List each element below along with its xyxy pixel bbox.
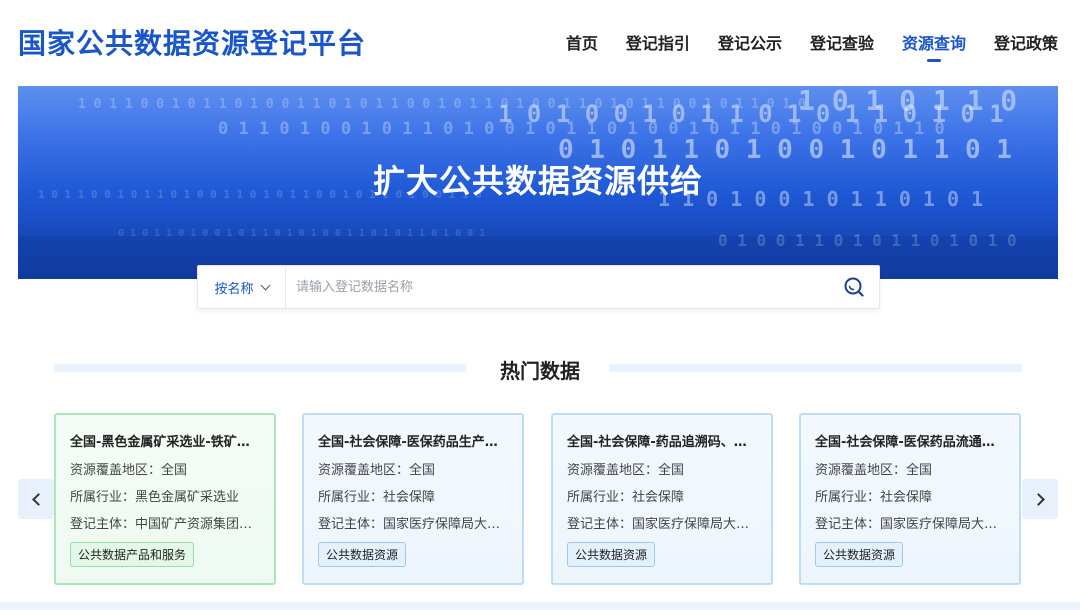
card-title: 全国-社会保障-医保药品流通环... [815, 435, 1005, 450]
card-subject: 登记主体：国家医疗保障局大数... [318, 517, 508, 532]
data-card[interactable]: 全国-社会保障-医保药品流通环... 资源覆盖地区：全国 所属行业：社会保障 登… [799, 413, 1021, 585]
card-title: 全国-社会保障-药品追溯码、医... [567, 435, 757, 450]
hero-banner: 1 0 1 1 0 0 1 0 1 1 0 1 0 0 1 1 0 1 0 1 … [18, 86, 1058, 279]
card-title: 全国-社会保障-医保药品生产环... [318, 435, 508, 450]
card-region: 资源覆盖地区：全国 [815, 463, 933, 478]
carousel-next-button[interactable] [1022, 479, 1058, 519]
top-header: 国家公共数据资源登记平台 首页 登记指引 登记公示 登记查验 资源查询 登记政策 [0, 0, 1080, 86]
hot-data-title: 热门数据 [500, 359, 580, 383]
card-industry: 所属行业：社会保障 [567, 490, 685, 505]
chevron-left-icon [31, 492, 45, 506]
card-region: 资源覆盖地区：全国 [70, 463, 188, 478]
svg-text:1 0 1 0 1 1 0: 1 0 1 0 1 1 0 [798, 86, 1017, 117]
card-industry: 所属行业：社会保障 [815, 490, 933, 505]
nav-item-registration-notice[interactable]: 登记公示 [718, 30, 782, 54]
search-icon[interactable] [843, 276, 865, 298]
card-subject: 登记主体：中国矿产资源集团大... [70, 517, 260, 532]
card-type-tag: 公共数据资源 [567, 542, 656, 567]
data-card[interactable]: 全国-社会保障-医保药品生产环... 资源覆盖地区：全国 所属行业：社会保障 登… [302, 413, 524, 585]
banner-title: 扩大公共数据资源供给 [372, 162, 703, 200]
chevron-right-icon [1031, 492, 1045, 506]
nav-item-registration-policy[interactable]: 登记政策 [994, 30, 1058, 54]
card-type-tag: 公共数据产品和服务 [70, 542, 195, 567]
card-subject: 登记主体：国家医疗保障局大数... [567, 517, 757, 532]
card-region: 资源覆盖地区：全国 [318, 463, 436, 478]
card-subject: 登记主体：国家医疗保障局大数... [815, 517, 1005, 532]
search-input[interactable] [296, 276, 816, 298]
main-nav: 首页 登记指引 登记公示 登记查验 资源查询 登记政策 [566, 30, 1058, 62]
card-region: 资源覆盖地区：全国 [567, 463, 685, 478]
search-mode-label: 按名称 [214, 281, 254, 297]
card-title: 全国-黑色金属矿采选业-铁矿石... [70, 435, 260, 450]
nav-item-resource-query[interactable]: 资源查询 [902, 30, 966, 62]
chevron-down-icon [260, 280, 270, 290]
card-industry: 所属行业：黑色金属矿采选业 [70, 490, 240, 505]
search-mode-dropdown[interactable]: 按名称 [198, 266, 286, 308]
card-type-tag: 公共数据资源 [318, 542, 407, 567]
carousel-prev-button[interactable] [18, 479, 54, 519]
data-card[interactable]: 全国-社会保障-药品追溯码、医... 资源覆盖地区：全国 所属行业：社会保障 登… [551, 413, 773, 585]
card-type-tag: 公共数据资源 [815, 542, 904, 567]
data-card[interactable]: 全国-黑色金属矿采选业-铁矿石... 资源覆盖地区：全国 所属行业：黑色金属矿采… [54, 413, 276, 585]
nav-item-home[interactable]: 首页 [566, 30, 598, 54]
nav-item-registration-guide[interactable]: 登记指引 [626, 30, 690, 54]
card-industry: 所属行业：社会保障 [318, 490, 436, 505]
nav-item-registration-check[interactable]: 登记查验 [810, 30, 874, 54]
search-bar: 按名称 [197, 265, 880, 309]
footer-strip [0, 602, 1080, 610]
site-logo[interactable]: 国家公共数据资源登记平台 [18, 22, 366, 62]
